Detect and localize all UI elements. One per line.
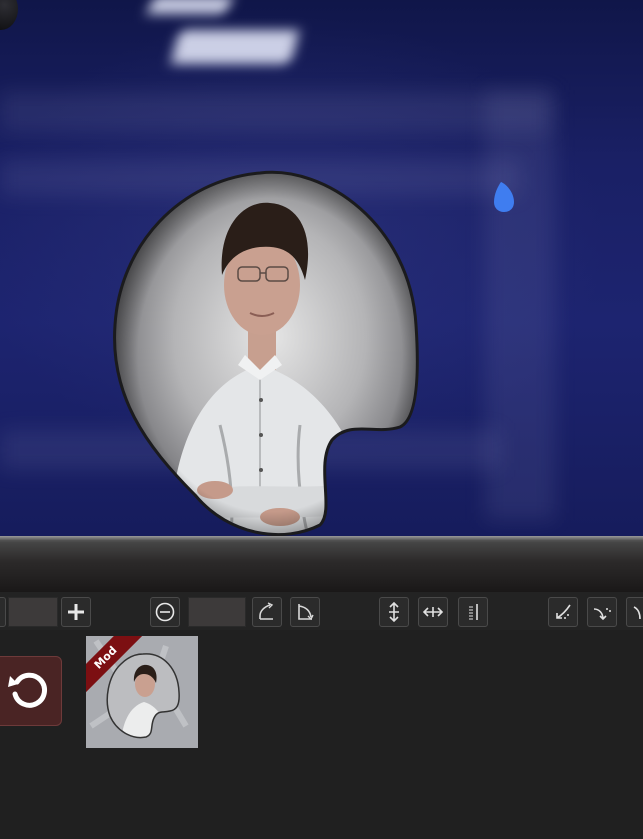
arrow-curve-down-dotted-icon xyxy=(593,608,611,621)
add-icon xyxy=(68,604,84,620)
undo-icon xyxy=(8,672,48,708)
mirror-model[interactable] xyxy=(110,165,430,538)
ceiling-light xyxy=(170,30,300,64)
shape-value-field[interactable] xyxy=(188,597,246,627)
asset-thumbnail[interactable]: Mod xyxy=(86,636,198,748)
arrow-curve-down-left-icon xyxy=(556,604,571,619)
ellipse-shape-button[interactable] xyxy=(150,597,180,627)
pedestal-shelf xyxy=(0,536,643,592)
arrow-curve-icon xyxy=(633,606,641,620)
vertical-text-icon xyxy=(469,604,478,620)
undo-button[interactable] xyxy=(0,656,62,726)
curve-corner-left-icon xyxy=(259,602,274,620)
3d-viewport[interactable] xyxy=(0,0,643,538)
vertical-text-button[interactable] xyxy=(458,597,488,627)
move-horizontal-button[interactable] xyxy=(418,597,448,627)
add-button[interactable] xyxy=(61,597,91,627)
wall-highlight xyxy=(0,92,550,132)
corner-object xyxy=(0,0,18,30)
move-vertical-button[interactable] xyxy=(379,597,409,627)
curve-corner-left-button[interactable] xyxy=(252,597,282,627)
arrow-curve-down-dotted-button[interactable] xyxy=(587,597,617,627)
edit-toolbar xyxy=(0,592,643,630)
arrow-curve-down-left-button[interactable] xyxy=(548,597,578,627)
curve-corner-right-button[interactable] xyxy=(290,597,320,627)
ellipse-shape-icon xyxy=(155,602,175,622)
ceiling-light xyxy=(146,0,234,14)
move-vertical-icon xyxy=(389,601,399,623)
drop-pin-icon[interactable] xyxy=(492,180,516,214)
toolbar-left-stub[interactable] xyxy=(0,597,6,627)
toolbar-right-stub[interactable] xyxy=(626,597,643,627)
curve-corner-right-icon xyxy=(298,604,314,621)
move-horizontal-icon xyxy=(422,607,444,617)
value-field[interactable] xyxy=(8,597,58,627)
